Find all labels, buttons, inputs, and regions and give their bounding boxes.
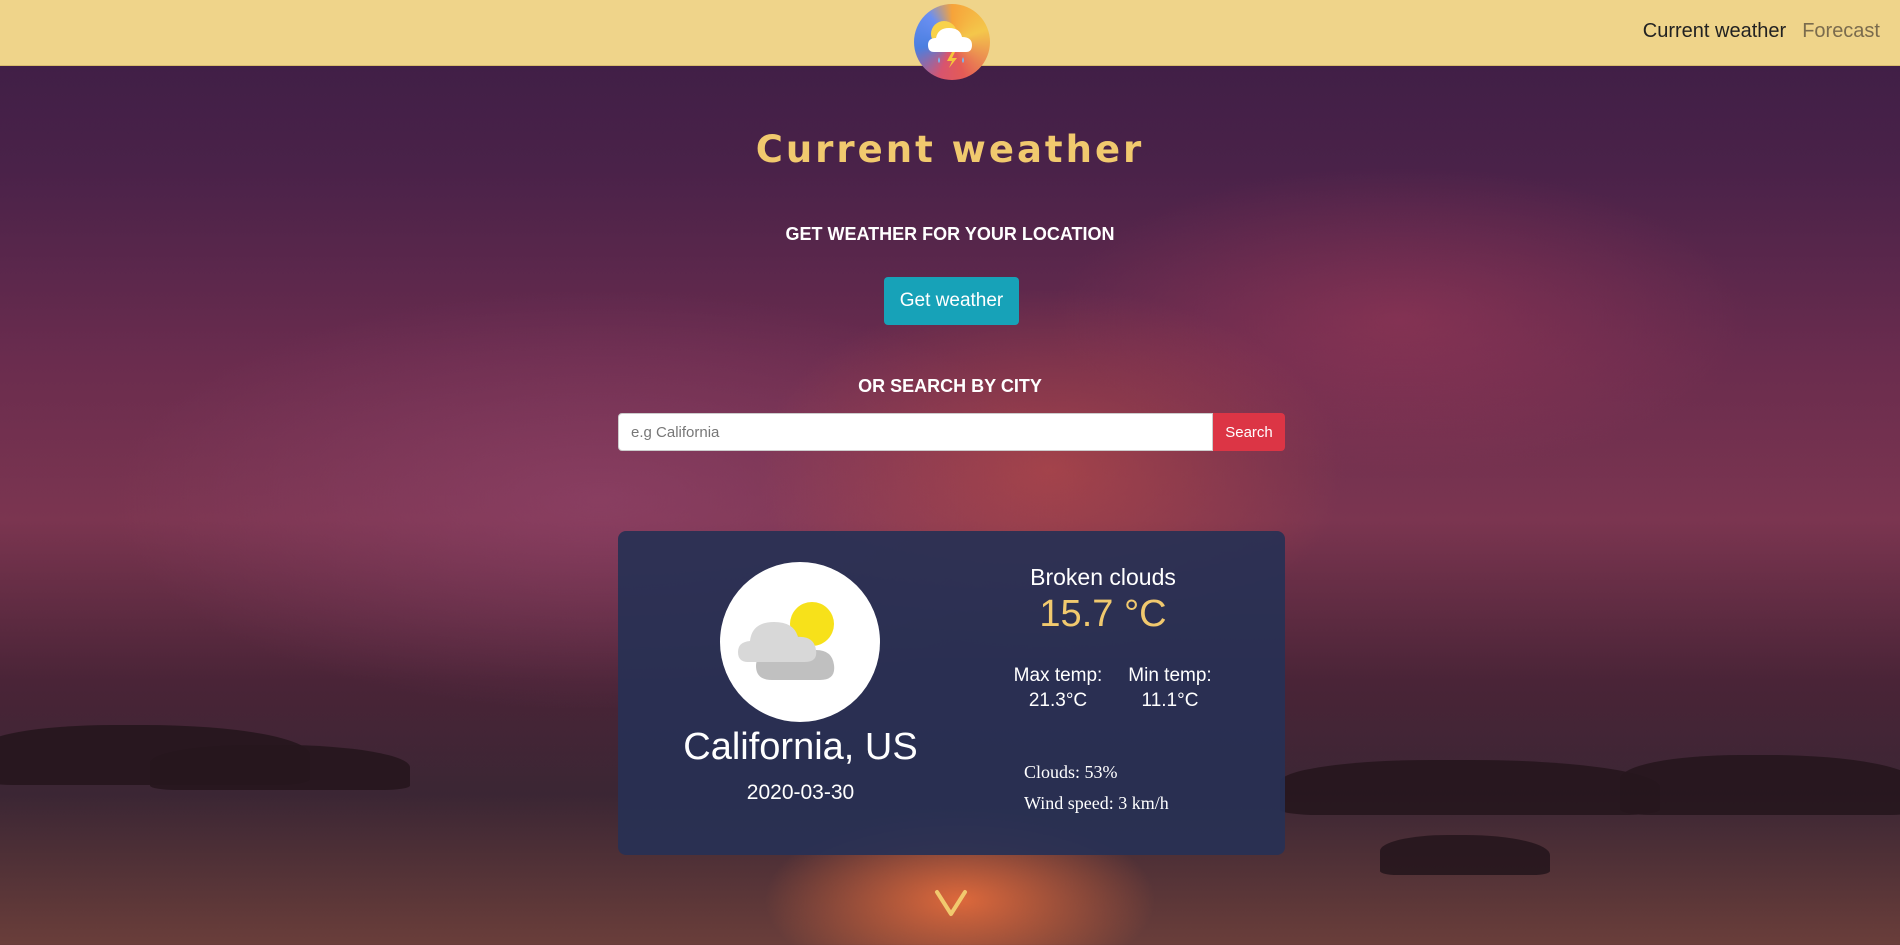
page-title: Current weather — [755, 128, 1145, 171]
max-temp-label: Max temp: — [1013, 665, 1103, 686]
search-heading: OR SEARCH BY CITY — [858, 376, 1042, 396]
nav-link-current-weather[interactable]: Current weather — [1643, 20, 1786, 43]
location-heading: GET WEATHER FOR YOUR LOCATION — [785, 224, 1115, 244]
min-temp-label: Min temp: — [1128, 665, 1212, 686]
chevron-down-icon[interactable] — [934, 880, 968, 920]
city-search-form: Search — [618, 413, 1285, 451]
max-temp: Max temp: 21.3°C — [1003, 663, 1113, 713]
top-navbar: Current weather Forecast — [0, 0, 1900, 80]
background-rock — [1620, 755, 1900, 815]
city-name: California, US — [683, 726, 918, 768]
min-temp-value: 11.1°C — [1141, 690, 1199, 711]
search-button[interactable]: Search — [1213, 413, 1285, 451]
background-rock — [1380, 835, 1550, 875]
city-search-input[interactable] — [618, 413, 1213, 451]
main-nav: Current weather Forecast — [1643, 20, 1880, 43]
weather-description: Broken clouds — [1030, 564, 1176, 590]
min-temp: Min temp: 11.1°C — [1115, 663, 1225, 713]
weather-card: California, US 2020-03-30 Broken clouds … — [618, 531, 1285, 855]
background-rock — [150, 745, 410, 790]
nav-link-forecast[interactable]: Forecast — [1802, 20, 1880, 43]
max-temp-value: 21.3°C — [1028, 690, 1088, 711]
clouds-stat: Clouds: 53% — [1024, 762, 1118, 782]
get-weather-button[interactable]: Get weather — [884, 277, 1019, 325]
background-rock — [1280, 760, 1660, 815]
weather-app-logo[interactable] — [914, 4, 990, 80]
weather-date: 2020-03-30 — [746, 781, 855, 804]
current-temperature: 15.7 °C — [1039, 593, 1167, 635]
broken-clouds-icon — [720, 562, 880, 722]
wind-speed-stat: Wind speed: 3 km/h — [1024, 793, 1169, 813]
